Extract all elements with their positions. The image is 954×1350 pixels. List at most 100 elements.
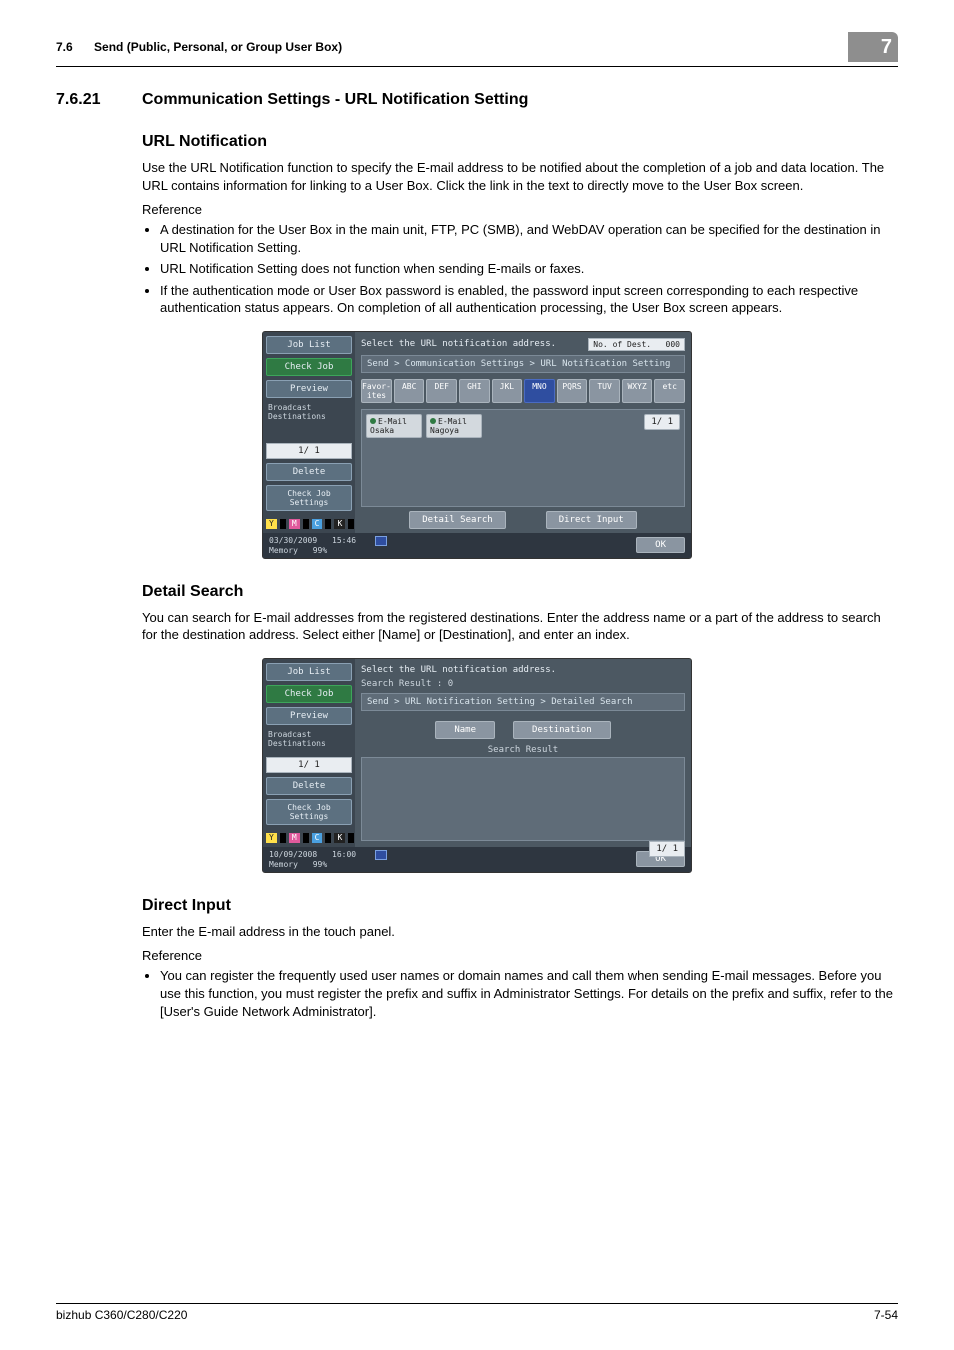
destination-email-nagoya[interactable]: E-Mail Nagoya [426, 414, 482, 438]
breadcrumb: Send > URL Notification Setting > Detail… [361, 693, 685, 711]
instruction-text: Select the URL notification address. [361, 665, 556, 675]
left-page-indicator: 1/ 1 [266, 757, 352, 773]
header-section-ref: 7.6 [56, 40, 73, 54]
result-page-indicator: 1/ 1 [644, 414, 680, 430]
dest-name: Nagoya [430, 426, 459, 435]
destination-tab[interactable]: Destination [513, 721, 611, 739]
destination-area: E-Mail Osaka E-Mail Nagoya 1/ 1 [361, 409, 685, 507]
alpha-favorites[interactable]: Favor-ites [361, 379, 392, 403]
result-page-indicator: 1/ 1 [649, 841, 685, 857]
page-footer: bizhub C360/C280/C220 7-54 [56, 1303, 898, 1322]
email-icon [370, 418, 376, 424]
status-time: 16:00 [332, 850, 356, 859]
status-time: 15:46 [332, 536, 356, 545]
header-section-title: Send (Public, Personal, or Group User Bo… [94, 40, 342, 54]
toner-y: Y [266, 833, 277, 843]
alpha-tuv[interactable]: TUV [589, 379, 620, 403]
dest-name: Osaka [370, 426, 394, 435]
url-notification-intro: Use the URL Notification function to spe… [142, 159, 898, 194]
dest-type: E-Mail [438, 417, 467, 426]
alpha-etc[interactable]: etc [654, 379, 685, 403]
check-job-settings-button[interactable]: Check Job Settings [266, 485, 352, 511]
search-result-title: Search Result [361, 745, 685, 755]
toner-k: K [334, 833, 345, 843]
breadcrumb: Send > Communication Settings > URL Noti… [361, 355, 685, 373]
direct-input-button[interactable]: Direct Input [546, 511, 637, 529]
status-bar: 10/09/2008 16:00 Memory 99% OK [263, 847, 691, 872]
memory-value: 99% [313, 546, 327, 555]
toner-m: M [289, 833, 300, 843]
toner-y: Y [266, 519, 277, 529]
direct-input-heading: Direct Input [142, 897, 898, 915]
name-tab[interactable]: Name [435, 721, 495, 739]
status-bar: 03/30/2009 15:46 Memory 99% OK [263, 533, 691, 558]
section-title: Communication Settings - URL Notificatio… [142, 91, 528, 109]
alpha-jkl[interactable]: JKL [492, 379, 523, 403]
memory-value: 99% [313, 860, 327, 869]
job-list-tab[interactable]: Job List [266, 336, 352, 354]
check-job-settings-button[interactable]: Check Job Settings [266, 799, 352, 825]
bullet-item: If the authentication mode or User Box p… [160, 282, 898, 317]
section-number: 7.6.21 [56, 91, 120, 109]
mfp-screen-url-notification: Job List Check Job Preview Broadcast Des… [262, 331, 692, 559]
header-left: 7.6 Send (Public, Personal, or Group Use… [56, 40, 342, 54]
delete-button[interactable]: Delete [266, 463, 352, 481]
bullet-item: A destination for the User Box in the ma… [160, 221, 898, 256]
toner-strip: Y M C K [266, 519, 352, 529]
memory-icon [375, 536, 387, 546]
toner-strip: Y M C K [266, 833, 352, 843]
check-job-button[interactable]: Check Job [266, 358, 352, 376]
section-heading-row: 7.6.21 Communication Settings - URL Noti… [56, 91, 898, 109]
alpha-abc[interactable]: ABC [394, 379, 425, 403]
direct-input-bullets: You can register the frequently used use… [160, 967, 898, 1020]
url-notification-heading: URL Notification [142, 133, 898, 151]
alpha-filter-row: Favor-ites ABC DEF GHI JKL MNO PQRS TUV … [361, 379, 685, 403]
url-notification-bullets: A destination for the User Box in the ma… [160, 221, 898, 317]
destination-email-osaka[interactable]: E-Mail Osaka [366, 414, 422, 438]
toner-c: C [312, 519, 323, 529]
email-icon [430, 418, 436, 424]
bullet-item: URL Notification Setting does not functi… [160, 260, 898, 278]
preview-button[interactable]: Preview [266, 380, 352, 398]
check-job-button[interactable]: Check Job [266, 685, 352, 703]
toner-c: C [312, 833, 323, 843]
status-date: 03/30/2009 [269, 536, 317, 545]
detail-search-button[interactable]: Detail Search [409, 511, 505, 529]
ok-button[interactable]: OK [636, 537, 685, 553]
memory-icon [375, 850, 387, 860]
dest-count-badge: No. of Dest. 000 [588, 338, 685, 351]
memory-label: Memory [269, 546, 298, 555]
detail-search-heading: Detail Search [142, 583, 898, 601]
footer-model: bizhub C360/C280/C220 [56, 1308, 187, 1322]
chapter-badge: 7 [848, 32, 898, 62]
direct-input-body: Enter the E-mail address in the touch pa… [142, 923, 898, 941]
broadcast-destinations-label: Broadcast Destinations [266, 402, 352, 422]
alpha-def[interactable]: DEF [426, 379, 457, 403]
instruction-text: Select the URL notification address. [361, 339, 556, 349]
reference-label-1: Reference [142, 202, 898, 217]
footer-page: 7-54 [874, 1308, 898, 1322]
bullet-item: You can register the frequently used use… [160, 967, 898, 1020]
memory-label: Memory [269, 860, 298, 869]
left-page-indicator: 1/ 1 [266, 443, 352, 459]
search-result-count: Search Result : 0 [361, 679, 685, 693]
toner-m: M [289, 519, 300, 529]
dest-type: E-Mail [378, 417, 407, 426]
job-list-tab[interactable]: Job List [266, 663, 352, 681]
reference-label-2: Reference [142, 948, 898, 963]
page-header: 7.6 Send (Public, Personal, or Group Use… [56, 32, 898, 67]
delete-button[interactable]: Delete [266, 777, 352, 795]
alpha-wxyz[interactable]: WXYZ [622, 379, 653, 403]
dest-count-value: 000 [666, 340, 680, 349]
status-date: 10/09/2008 [269, 850, 317, 859]
alpha-ghi[interactable]: GHI [459, 379, 490, 403]
preview-button[interactable]: Preview [266, 707, 352, 725]
mfp-screen-detail-search: Job List Check Job Preview Broadcast Des… [262, 658, 692, 873]
alpha-pqrs[interactable]: PQRS [557, 379, 588, 403]
toner-k: K [334, 519, 345, 529]
dest-count-label: No. of Dest. [593, 340, 651, 349]
search-result-pane [361, 757, 685, 841]
alpha-mno[interactable]: MNO [524, 379, 555, 403]
broadcast-destinations-label: Broadcast Destinations [266, 729, 352, 749]
detail-search-body: You can search for E-mail addresses from… [142, 609, 898, 644]
